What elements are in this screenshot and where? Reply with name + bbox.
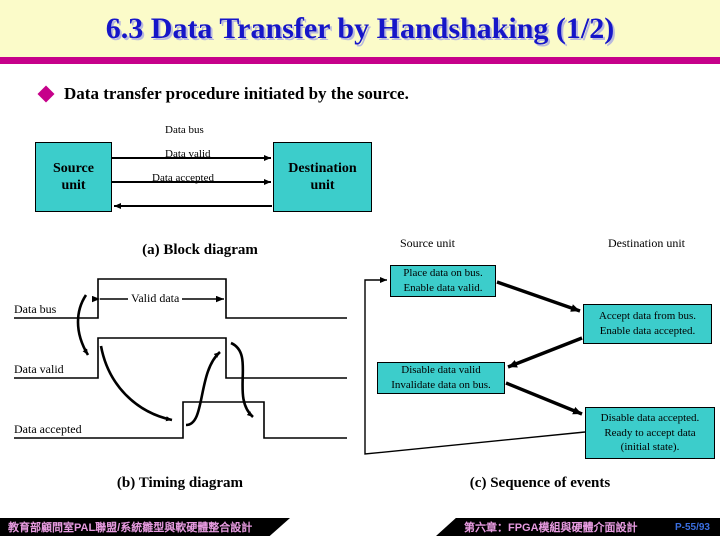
footer-page-number: P-55/93 — [674, 521, 710, 533]
diamond-bullet-icon — [37, 85, 55, 103]
sequence-step-1-line-1: Place data on bus. — [403, 267, 483, 280]
signal-label-data-accepted: Data accepted — [152, 172, 214, 184]
timing-diagram: Data bus Data valid Data accepted Valid … — [0, 262, 360, 457]
sequence-column-header-destination: Destination unit — [608, 236, 685, 250]
arrow-step1-to-step2 — [496, 280, 581, 313]
causality-arrow-accepted-to-valid-fall — [185, 351, 221, 427]
destination-unit-label-line1: Destination — [288, 160, 357, 176]
footer-left-banner: 教育部顧問室PAL聯盟/系統雛型與軟硬體整合設計 — [0, 518, 290, 536]
bullet-row: Data transfer procedure initiated by the… — [37, 84, 409, 104]
waveform-label-data-bus: Data bus — [14, 302, 57, 316]
causality-arrow-valid-to-accepted — [99, 345, 173, 422]
causality-arrow-bus-to-valid — [76, 294, 90, 356]
bullet-text: Data transfer procedure initiated by the… — [64, 84, 409, 103]
waveform-label-data-accepted: Data accepted — [14, 422, 82, 436]
destination-unit-box: Destination unit — [273, 142, 372, 212]
sequence-step-3-line-2: Invalidate data on bus. — [391, 379, 491, 391]
caption-sequence-of-events: (c) Sequence of events — [469, 475, 611, 491]
title-divider-rule — [0, 57, 720, 64]
waveform-label-data-valid: Data valid — [14, 362, 64, 376]
sequence-step-1-box: Place data on bus. Enable data valid. — [390, 265, 496, 297]
sequence-step-2-box: Accept data from bus. Enable data accept… — [583, 304, 712, 344]
source-unit-label-line2: unit — [61, 178, 86, 193]
block-diagram: Source unit Destination unit Data bus Da… — [0, 120, 720, 235]
slide-root: 6.3 Data Transfer by Handshaking (1/2) D… — [0, 0, 720, 540]
caption-timing-diagram: (b) Timing diagram — [116, 475, 244, 491]
sequence-of-events-diagram: Source unit Destination unit Place data … — [360, 228, 720, 468]
arrow-step3-to-step4 — [505, 381, 583, 416]
sequence-column-header-source: Source unit — [400, 236, 455, 250]
sequence-step-4-line-3: (initial state). — [620, 441, 680, 454]
sequence-step-4-box: Disable data accepted. Ready to accept d… — [585, 407, 715, 459]
causality-arrow-valid-to-accepted-fall — [230, 341, 254, 418]
page-title: 6.3 Data Transfer by Handshaking (1/2) — [105, 12, 615, 45]
source-unit-box: Source unit — [35, 142, 112, 212]
signal-label-data-valid: Data valid — [165, 148, 211, 160]
sequence-step-3-line-1: Disable data valid — [401, 364, 481, 377]
caption-block-diagram: (a) Block diagram — [142, 242, 258, 258]
sequence-step-1-line-2: Enable data valid. — [403, 282, 483, 294]
source-unit-label-line1: Source — [53, 160, 94, 176]
footer-left-text: 教育部顧問室PAL聯盟/系統雛型與軟硬體整合設計 — [8, 522, 253, 534]
sequence-step-2-line-2: Enable data accepted. — [599, 325, 696, 337]
footer-right-text: 第六章：FPGA模組與硬體介面設計 — [464, 522, 638, 534]
sequence-step-4-line-1: Disable data accepted. — [600, 411, 700, 424]
waveform-data-valid — [14, 337, 347, 379]
arrow-step2-to-step3 — [507, 336, 583, 369]
sequence-step-3-box: Disable data valid Invalidate data on bu… — [377, 362, 505, 394]
destination-unit-label-line2: unit — [310, 178, 335, 193]
valid-data-annotation: Valid data — [128, 291, 183, 306]
signal-label-data-bus: Data bus — [165, 124, 204, 136]
sequence-step-2-line-1: Accept data from bus. — [598, 310, 697, 323]
sequence-step-4-line-2: Ready to accept data — [604, 426, 696, 439]
footer-right-banner: 第六章：FPGA模組與硬體介面設計 P-55/93 — [436, 518, 720, 536]
